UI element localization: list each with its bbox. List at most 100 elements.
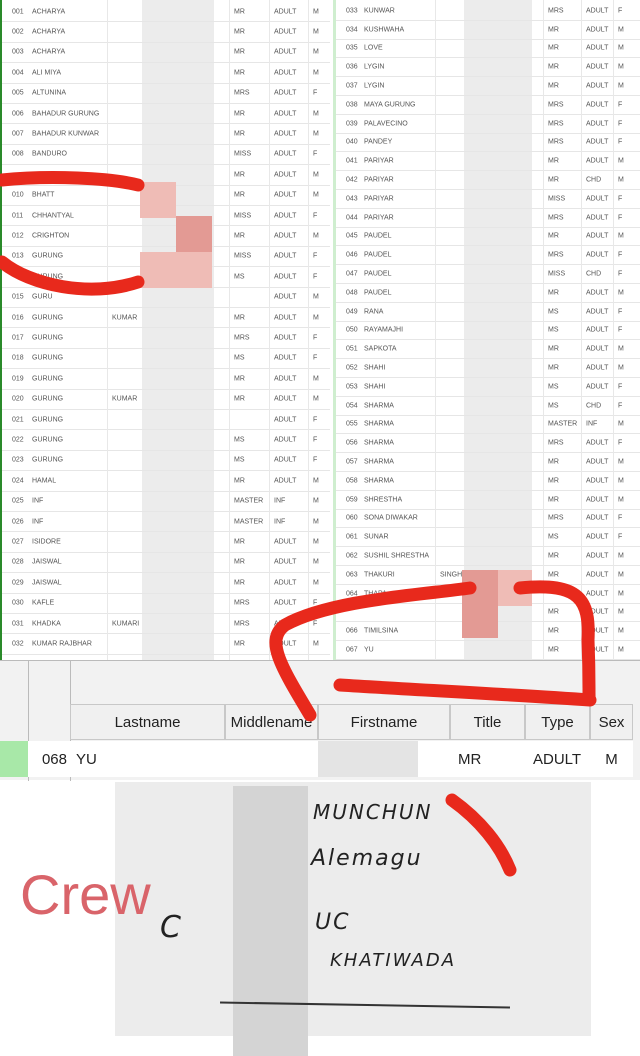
table-row[interactable]: 055 SHARMA MASTER INF M <box>336 416 640 435</box>
table-row[interactable]: 012 CRIGHTON MR ADULT M <box>2 226 330 247</box>
table-row[interactable]: 057 SHARMA MR ADULT M <box>336 453 640 472</box>
title: MR <box>234 69 245 77</box>
table-row[interactable]: 067 YU MR ADULT M <box>336 641 640 660</box>
table-row[interactable]: 049 RANA MS ADULT F <box>336 303 640 322</box>
title: MR <box>548 364 559 372</box>
table-row[interactable]: 019 GURUNG MR ADULT M <box>2 369 330 390</box>
table-row[interactable]: 028 JAISWAL MR ADULT M <box>2 553 330 574</box>
title: MR <box>548 82 559 90</box>
table-row[interactable]: 035 LOVE MR ADULT M <box>336 40 640 59</box>
table-row[interactable]: 034 KUSHWAHA MR ADULT M <box>336 21 640 40</box>
lastname: SHAHI <box>364 383 386 391</box>
table-row[interactable]: 015 GURU ADULT M <box>2 288 330 308</box>
table-row[interactable]: 007 BAHADUR KUNWAR MR ADULT M <box>2 124 330 145</box>
cell-sex[interactable]: M <box>590 741 633 777</box>
table-row[interactable]: 047 PAUDEL MISS CHD F <box>336 265 640 284</box>
table-row[interactable]: 003 ACHARYA MR ADULT M <box>2 43 330 64</box>
table-row[interactable]: 039 PALAVECINO MRS ADULT F <box>336 115 640 134</box>
table-row[interactable]: 027 ISIDORE MR ADULT M <box>2 532 330 553</box>
table-row[interactable]: 023 GURUNG MS ADULT F <box>2 451 330 472</box>
lastname: RAYAMAJHI <box>364 326 404 334</box>
title: MS <box>548 383 559 391</box>
middlename: KUMAR <box>112 395 138 403</box>
sex: M <box>313 497 319 505</box>
cell-title[interactable]: MR <box>450 741 525 777</box>
lastname: SHARMA <box>364 477 394 485</box>
cell-middlename[interactable] <box>225 741 318 777</box>
row-number: 012 <box>12 232 24 240</box>
table-row[interactable]: 030 KAFLE MRS ADULT F <box>2 594 330 614</box>
table-row[interactable]: 005 ALTUNINA MRS ADULT F <box>2 84 330 104</box>
table-row[interactable]: 006 BAHADUR GURUNG MR ADULT M <box>2 104 330 125</box>
header-title[interactable]: Title <box>450 704 525 740</box>
table-row[interactable]: 062 SUSHIL SHRESTHA MR ADULT M <box>336 547 640 566</box>
row-number: 042 <box>346 176 358 184</box>
table-row[interactable]: 022 GURUNG MS ADULT F <box>2 430 330 451</box>
table-row[interactable]: 060 SONA DIWAKAR MRS ADULT F <box>336 510 640 529</box>
table-row[interactable]: 002 ACHARYA MR ADULT M <box>2 22 330 43</box>
cell-lastname[interactable]: YU <box>70 741 225 777</box>
title: MR <box>548 63 559 71</box>
title: MS <box>548 326 559 334</box>
table-row[interactable]: 001 ACHARYA MR ADULT M <box>2 2 330 23</box>
table-row[interactable]: 036 LYGIN MR ADULT M <box>336 58 640 78</box>
table-row[interactable]: 043 PARIYAR MISS ADULT F <box>336 190 640 209</box>
table-row[interactable]: 045 PAUDEL MR ADULT M <box>336 228 640 247</box>
row-number: 039 <box>346 120 358 128</box>
table-row[interactable]: 021 GURUNG ADULT F <box>2 410 330 431</box>
table-row[interactable]: 018 GURUNG MS ADULT F <box>2 349 330 370</box>
table-row[interactable]: 032 KUMAR RAJBHAR MR ADULT M <box>2 634 330 655</box>
table-row[interactable]: 026 INF MASTER INF M <box>2 512 330 533</box>
title: MRS <box>234 599 250 607</box>
table-row[interactable]: 059 SHRESTHA MR ADULT M <box>336 491 640 510</box>
table-row[interactable]: 033 KUNWAR MRS ADULT F <box>336 2 640 21</box>
table-row[interactable]: 044 PARIYAR MRS ADULT F <box>336 209 640 228</box>
lastname: GURUNG <box>32 456 64 464</box>
table-row[interactable]: 004 ALI MIYA MR ADULT M <box>2 63 330 84</box>
table-row[interactable]: 058 SHARMA MR ADULT M <box>336 472 640 491</box>
table-row[interactable]: 020 GURUNG KUMAR MR ADULT M <box>2 390 330 410</box>
row-number: 051 <box>346 345 358 353</box>
sex: M <box>313 293 319 301</box>
table-row[interactable]: 061 SUNAR MS ADULT F <box>336 528 640 548</box>
header-lastname[interactable]: Lastname <box>70 704 225 740</box>
type: ADULT <box>586 496 609 504</box>
table-row[interactable]: 008 BANDURO MISS ADULT F <box>2 145 330 166</box>
cell-type[interactable]: ADULT <box>525 741 590 777</box>
table-row[interactable]: 037 LYGIN MR ADULT M <box>336 77 640 96</box>
table-row[interactable]: 029 JAISWAL MR ADULT M <box>2 573 330 594</box>
table-row[interactable]: 017 GURUNG MRS ADULT F <box>2 328 330 349</box>
table-row[interactable]: 040 PANDEY MRS ADULT F <box>336 134 640 153</box>
row-selector[interactable] <box>0 741 28 777</box>
lastname: KUSHWAHA <box>364 26 405 34</box>
row-number: 032 <box>12 640 24 648</box>
redacted-block <box>462 570 498 638</box>
header-sex[interactable]: Sex <box>590 704 633 740</box>
lastname: KHADKA <box>32 620 61 628</box>
table-row[interactable]: 051 SAPKOTA MR ADULT M <box>336 340 640 360</box>
row-number: 053 <box>346 383 358 391</box>
type: ADULT <box>274 110 297 118</box>
table-row[interactable]: 031 KHADKA KUMARI MRS ADULT F <box>2 614 330 635</box>
table-row[interactable]: 050 RAYAMAJHI MS ADULT F <box>336 322 640 341</box>
lastname: JAISWAL <box>32 579 62 587</box>
title: MR <box>548 289 559 297</box>
table-row[interactable]: 048 PAUDEL MR ADULT M <box>336 284 640 303</box>
table-row[interactable]: 025 INF MASTER INF M <box>2 492 330 512</box>
row-number: 055 <box>346 420 358 428</box>
table-row[interactable]: 046 PAUDEL MRS ADULT F <box>336 246 640 266</box>
header-middlename[interactable]: Middlename <box>225 704 318 740</box>
header-type[interactable]: Type <box>525 704 590 740</box>
table-row[interactable]: 053 SHAHI MS ADULT F <box>336 378 640 397</box>
table-row[interactable]: 038 MAYA GURUNG MRS ADULT F <box>336 96 640 115</box>
sex: M <box>618 496 624 504</box>
table-row[interactable]: 052 SHAHI MR ADULT M <box>336 359 640 378</box>
cell-firstname[interactable] <box>318 741 450 777</box>
table-row[interactable]: 024 HAMAL MR ADULT M <box>2 471 330 492</box>
table-row[interactable]: 016 GURUNG KUMAR MR ADULT M <box>2 308 330 329</box>
table-row[interactable]: 054 SHARMA MS CHD F <box>336 397 640 416</box>
table-row[interactable]: 056 SHARMA MRS ADULT F <box>336 434 640 454</box>
table-row[interactable]: 041 PARIYAR MR ADULT M <box>336 152 640 172</box>
header-firstname[interactable]: Firstname <box>318 704 450 740</box>
table-row[interactable]: 042 PARIYAR MR CHD M <box>336 171 640 190</box>
